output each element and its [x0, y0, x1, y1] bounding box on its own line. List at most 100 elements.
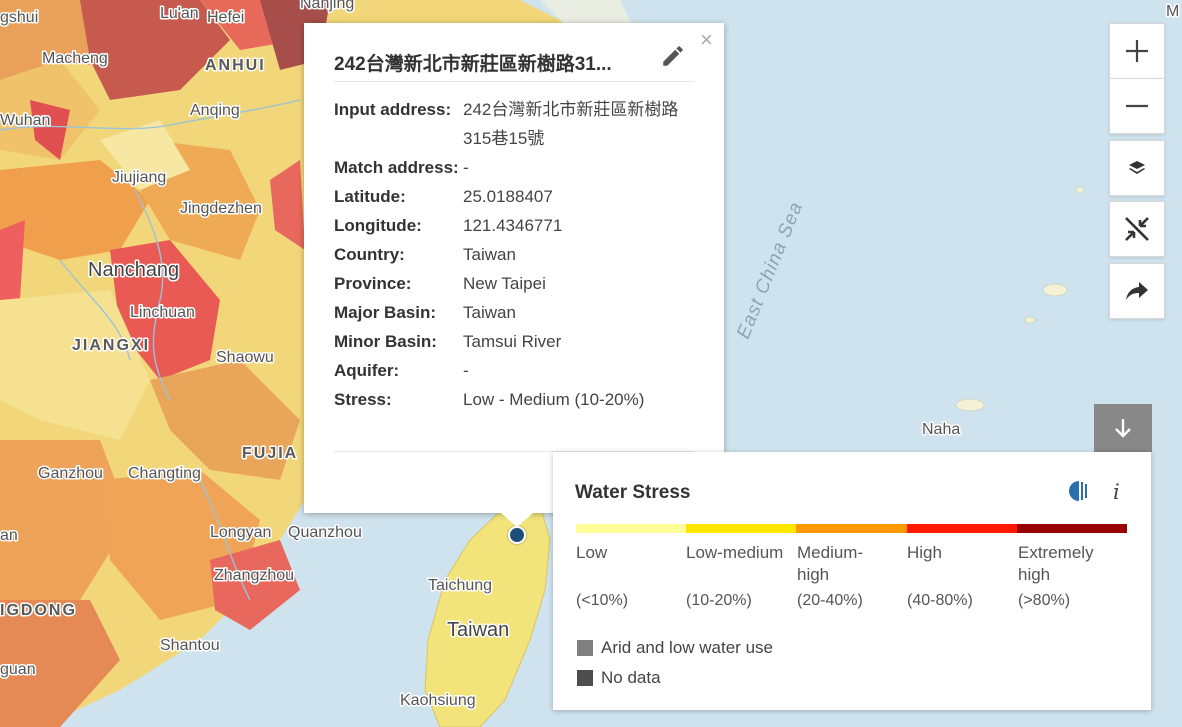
svg-text:Anqing: Anqing: [190, 102, 240, 119]
svg-text:Taichung: Taichung: [428, 577, 492, 594]
svg-text:Taiwan: Taiwan: [447, 619, 509, 641]
stress-color-scale: [576, 524, 1128, 533]
field-label: Longitude:: [334, 216, 422, 235]
field-value: 242台灣新北市新莊區新樹路315巷15號: [463, 100, 679, 148]
field-value: Taiwan: [463, 303, 516, 322]
legend-title: Water Stress: [575, 482, 691, 503]
opacity-toggle-icon[interactable]: [1068, 480, 1090, 507]
field-label: Country:: [334, 245, 405, 264]
plus-icon: [1126, 40, 1148, 62]
legend-category-label: Extremely high: [1018, 543, 1094, 584]
location-popup: 242台灣新北市新莊區新樹路31... × Input address: 242台…: [304, 23, 724, 527]
scale-high: [906, 524, 1017, 533]
svg-text:Kaohsiung: Kaohsiung: [400, 692, 476, 709]
svg-text:Changting: Changting: [128, 465, 201, 482]
layers-button[interactable]: [1109, 140, 1165, 196]
scale-extremely-high: [1016, 524, 1128, 533]
field-row: Aquifer: -: [334, 356, 703, 385]
svg-text:Ganzhou: Ganzhou: [38, 465, 103, 482]
svg-text:Shaowu: Shaowu: [216, 349, 274, 366]
edit-pencil-icon[interactable]: [660, 43, 686, 69]
field-row: Province: New Taipei: [334, 269, 703, 298]
field-label: Input address:: [334, 100, 452, 119]
field-row: Country: Taiwan: [334, 240, 703, 269]
field-value: New Taipei: [463, 274, 546, 293]
field-label: Minor Basin:: [334, 332, 437, 351]
field-value: Low - Medium (10-20%): [463, 390, 645, 409]
close-popup-button[interactable]: ×: [700, 29, 713, 51]
field-row: Latitude: 25.0188407: [334, 182, 703, 211]
arrow-down-icon: [1115, 419, 1131, 438]
svg-text:Linchuan: Linchuan: [130, 304, 195, 321]
minus-icon: [1126, 104, 1148, 108]
share-arrow-icon: [1126, 282, 1148, 300]
svg-text:Wuhan: Wuhan: [0, 112, 50, 129]
field-label: Match address:: [334, 158, 459, 177]
legend-category-label: Medium-high: [797, 543, 864, 584]
field-value: -: [463, 361, 469, 380]
location-marker[interactable]: [508, 526, 526, 544]
zoom-in-button[interactable]: [1109, 23, 1165, 79]
legend-category-label: Low-medium: [686, 543, 784, 562]
field-label: Latitude:: [334, 187, 406, 206]
scale-low: [576, 524, 687, 533]
field-row: Match address: -: [334, 153, 703, 182]
svg-text:Macheng: Macheng: [42, 50, 108, 67]
zoom-out-button[interactable]: [1109, 78, 1165, 134]
svg-text:Quanzhou: Quanzhou: [288, 524, 362, 541]
layers-icon: [1129, 161, 1145, 174]
compress-arrows-icon: [1125, 217, 1149, 241]
field-row: Longitude: 121.4346771: [334, 211, 703, 240]
field-label: Province:: [334, 274, 412, 293]
svg-text:JIANGXI: JIANGXI: [72, 337, 150, 354]
legend-panel: Water Stress i Low Low-medium Medium-hig…: [553, 452, 1151, 710]
svg-text:guan: guan: [0, 661, 36, 678]
svg-text:Nanjing: Nanjing: [300, 0, 354, 12]
svg-text:Lu'an: Lu'an: [160, 5, 199, 22]
field-row: Major Basin: Taiwan: [334, 298, 703, 327]
svg-text:Zhangzhou: Zhangzhou: [214, 567, 294, 584]
arid-swatch: [577, 640, 593, 656]
svg-text:IGDONG: IGDONG: [0, 602, 77, 619]
scale-medium-high: [796, 524, 907, 533]
legend-range-label: (>80%): [1018, 592, 1071, 609]
location-details-table: Input address: 242台灣新北市新莊區新樹路315巷15號 Matc…: [334, 95, 703, 414]
svg-text:an: an: [0, 527, 18, 544]
field-label: Aquifer:: [334, 361, 400, 380]
svg-text:Longyan: Longyan: [210, 524, 271, 541]
svg-text:Jingdezhen: Jingdezhen: [180, 200, 262, 217]
legend-category-label: High: [907, 543, 942, 562]
svg-text:M: M: [1166, 3, 1179, 20]
share-button[interactable]: [1109, 263, 1165, 319]
info-icon[interactable]: i: [1113, 480, 1120, 504]
scale-low-medium: [686, 524, 797, 533]
field-value: Tamsui River: [463, 332, 562, 351]
field-value: -: [463, 158, 469, 177]
legend-range-label: (20-40%): [797, 592, 863, 609]
nodata-swatch: [577, 670, 593, 686]
field-label: Major Basin:: [334, 303, 437, 322]
collapse-button[interactable]: [1109, 201, 1165, 257]
popup-pointer: [501, 513, 533, 527]
arid-label: Arid and low water use: [601, 638, 773, 657]
popup-divider: [334, 81, 694, 82]
legend-range-label: (<10%): [576, 592, 629, 609]
svg-text:Shantou: Shantou: [160, 637, 220, 654]
svg-text:FUJIA: FUJIA: [242, 445, 298, 462]
svg-text:Jiujiang: Jiujiang: [112, 169, 166, 186]
field-value: 25.0188407: [463, 187, 553, 206]
svg-text:Nanchang: Nanchang: [88, 259, 179, 281]
field-label: Stress:: [334, 390, 392, 409]
download-button[interactable]: [1094, 404, 1152, 452]
svg-text:gshui: gshui: [0, 9, 38, 26]
field-row: Minor Basin: Tamsui River: [334, 327, 703, 356]
legend-range-label: (40-80%): [907, 592, 973, 609]
legend-range-label: (10-20%): [686, 592, 752, 609]
popup-title: 242台灣新北市新莊區新樹路31...: [334, 54, 612, 75]
nodata-label: No data: [601, 668, 661, 687]
svg-text:ANHUI: ANHUI: [205, 57, 266, 74]
field-row: Stress: Low - Medium (10-20%): [334, 385, 703, 414]
field-value: Taiwan: [463, 245, 516, 264]
svg-text:Naha: Naha: [922, 421, 960, 438]
field-row: Input address: 242台灣新北市新莊區新樹路315巷15號: [334, 95, 703, 153]
